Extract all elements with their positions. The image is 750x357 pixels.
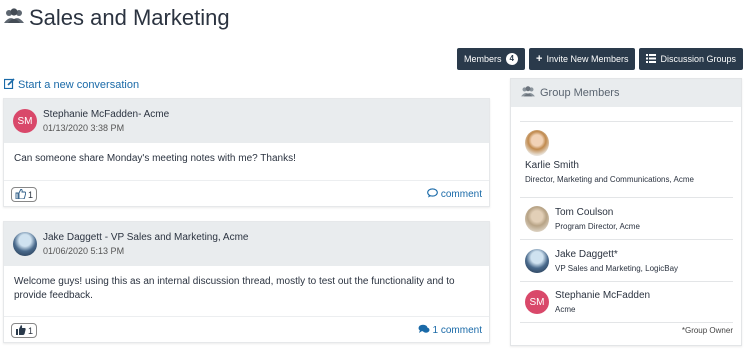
post-footer: 1 1 comment: [4, 316, 489, 344]
post-author: Stephanie McFadden- Acme: [43, 109, 170, 120]
member-role: Director, Marketing and Communications, …: [525, 175, 694, 184]
member-role: Program Director, Acme: [555, 221, 640, 231]
member-role: VP Sales and Marketing, LogicBay: [555, 263, 679, 273]
comment-link[interactable]: 1 comment: [418, 324, 482, 337]
group-owner-note: *Group Owner: [681, 326, 733, 335]
post-header: Jake Daggett - VP Sales and Marketing, A…: [4, 222, 489, 266]
like-button[interactable]: 1: [11, 187, 38, 202]
avatar: [525, 205, 549, 232]
like-count: 1: [28, 325, 34, 336]
avatar: SM: [525, 290, 549, 314]
start-conversation-link[interactable]: Start a new conversation: [3, 78, 140, 92]
group-icon: [521, 86, 535, 100]
discussion-groups-button[interactable]: Discussion Groups: [639, 48, 743, 70]
members-button[interactable]: Members 4: [457, 48, 525, 70]
post-body: Can someone share Monday's meeting notes…: [14, 153, 296, 164]
group-members-title: Group Members: [540, 87, 620, 99]
invite-members-label: Invite New Members: [546, 54, 629, 64]
member-name: Tom Coulson: [555, 206, 614, 218]
list-icon: [646, 53, 657, 65]
avatar[interactable]: SM: [13, 109, 37, 133]
avatar: [525, 130, 549, 156]
plus-icon: +: [536, 53, 543, 65]
like-count: 1: [28, 189, 34, 200]
comment-link[interactable]: comment: [427, 188, 482, 201]
invite-members-button[interactable]: + Invite New Members: [529, 48, 636, 70]
page-title-text: Sales and Marketing: [29, 5, 230, 30]
toolbar: Members 4 + Invite New Members Discussio…: [457, 48, 743, 70]
post-date: 01/06/2020 5:13 PM: [43, 246, 125, 256]
group-members-header: Group Members: [511, 79, 741, 107]
group-icon: [4, 7, 24, 29]
members-count-badge: 4: [505, 53, 518, 65]
post-date: 01/13/2020 3:38 PM: [43, 123, 125, 133]
page-title: Sales and Marketing: [4, 4, 230, 32]
comment-label: 1 comment: [432, 325, 482, 336]
post-card: SM Stephanie McFadden- Acme 01/13/2020 3…: [3, 98, 490, 207]
avatar: [525, 248, 549, 273]
member-name: Jake Daggett*: [555, 248, 618, 260]
post-card: Jake Daggett - VP Sales and Marketing, A…: [3, 221, 490, 343]
member-item[interactable]: Karlie Smith Director, Marketing and Com…: [520, 121, 733, 197]
edit-icon: [3, 78, 15, 92]
member-role: Acme: [555, 305, 576, 314]
avatar[interactable]: [13, 232, 37, 256]
post-body: Welcome guys! using this as an internal …: [14, 276, 455, 301]
member-item[interactable]: Tom Coulson Program Director, Acme: [520, 197, 733, 239]
start-conversation-label: Start a new conversation: [18, 79, 140, 91]
members-list: Karlie Smith Director, Marketing and Com…: [520, 121, 733, 323]
post-author: Jake Daggett - VP Sales and Marketing, A…: [43, 232, 249, 243]
post-footer: 1 comment: [4, 180, 489, 208]
like-button[interactable]: 1: [11, 323, 38, 338]
comment-label: comment: [440, 189, 482, 200]
members-button-label: Members: [464, 54, 502, 64]
thumbs-up-icon: [15, 187, 27, 201]
member-name: Karlie Smith: [525, 160, 579, 171]
thumbs-up-icon: [15, 324, 26, 337]
comments-icon: [418, 324, 430, 337]
post-header: SM Stephanie McFadden- Acme 01/13/2020 3…: [4, 99, 489, 143]
member-item[interactable]: Jake Daggett* VP Sales and Marketing, Lo…: [520, 239, 733, 281]
member-name: Stephanie McFadden: [555, 290, 651, 301]
comment-icon: [427, 188, 438, 201]
group-members-panel: Group Members Karlie Smith Director, Mar…: [510, 78, 742, 346]
discussion-groups-label: Discussion Groups: [660, 54, 736, 64]
member-item[interactable]: SM Stephanie McFadden Acme: [520, 281, 733, 323]
